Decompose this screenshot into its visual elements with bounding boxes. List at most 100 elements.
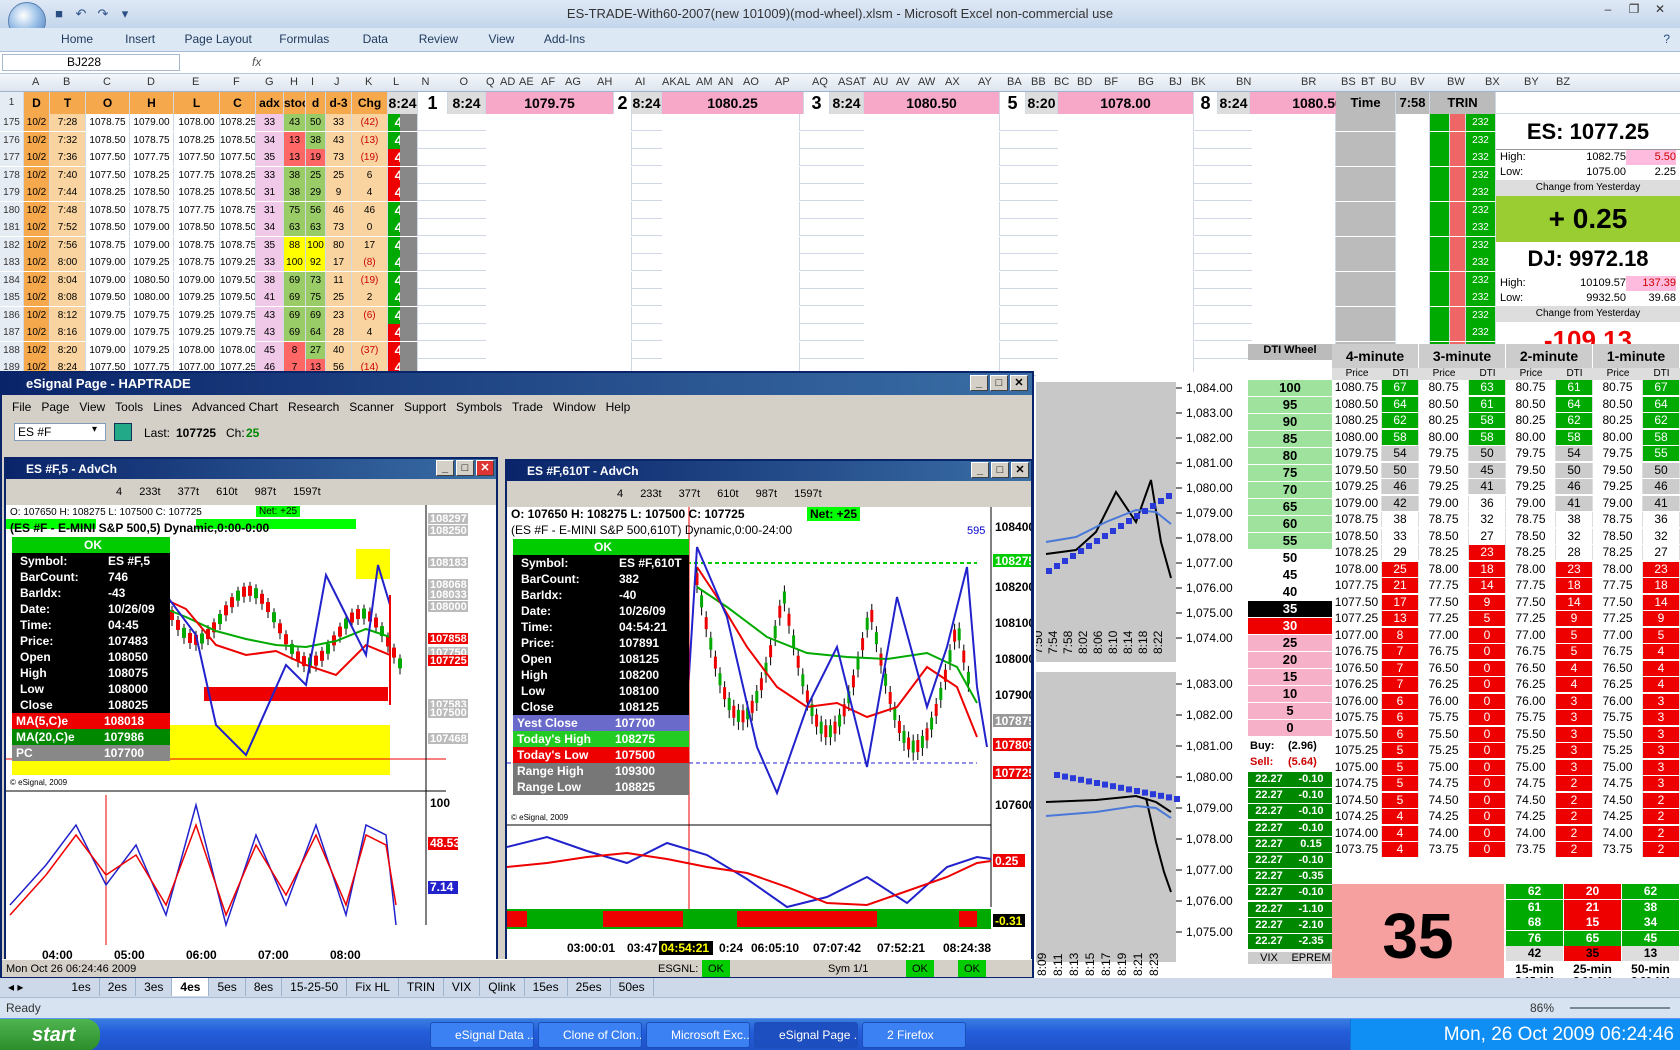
cell-l[interactable]: 1078.25 — [174, 131, 220, 149]
cell-c[interactable]: 1078.00 — [220, 341, 256, 359]
help-icon[interactable]: ? — [1663, 32, 1670, 46]
cell-h[interactable]: 1078.25 — [130, 166, 174, 184]
cell-c[interactable]: 1079.50 — [220, 289, 256, 306]
column-header[interactable]: AQ — [812, 76, 828, 88]
cell[interactable] — [1396, 219, 1430, 236]
cell-l[interactable]: 1078.50 — [174, 219, 220, 236]
cell[interactable] — [400, 184, 418, 201]
cell[interactable] — [1058, 236, 1194, 254]
cell-stoc[interactable]: 13 — [284, 149, 306, 166]
minimize-icon[interactable]: _ — [971, 462, 989, 478]
chart2-tool-3[interactable]: 610t — [717, 488, 738, 500]
sheet-tab-3es[interactable]: 3es — [136, 978, 173, 996]
cell[interactable] — [1430, 236, 1450, 254]
cell[interactable] — [662, 219, 800, 236]
row-number[interactable]: 186 — [0, 306, 24, 324]
cell[interactable] — [1430, 271, 1450, 289]
tab-add-ins[interactable]: Add-Ins — [535, 28, 595, 50]
cell-t[interactable]: 8:16 — [50, 324, 86, 341]
tab-formulas[interactable]: Formulas — [266, 28, 342, 50]
cell-adx[interactable]: 34 — [256, 219, 284, 236]
cell[interactable] — [1058, 201, 1194, 219]
cell-chg[interactable]: (42) — [352, 114, 388, 131]
column-header[interactable]: AD — [500, 76, 515, 88]
cell[interactable] — [486, 166, 614, 184]
cell-c[interactable]: 1078.50 — [220, 184, 256, 201]
column-header[interactable]: AT — [853, 76, 866, 88]
column-header[interactable]: AV — [896, 76, 910, 88]
column-header[interactable]: AK — [662, 76, 677, 88]
cell[interactable] — [1336, 306, 1396, 324]
cell-d[interactable]: 10/2 — [24, 184, 50, 201]
cell-h[interactable]: 1079.75 — [130, 306, 174, 324]
cell-dd[interactable]: 38 — [306, 131, 326, 149]
sheet-tab-8es[interactable]: 8es — [246, 978, 283, 996]
cell-chg[interactable]: (19) — [352, 149, 388, 166]
cell-h[interactable]: 1079.25 — [130, 254, 174, 271]
cell[interactable] — [864, 324, 1000, 341]
cell[interactable] — [400, 131, 418, 149]
cell-o[interactable]: 1079.75 — [86, 306, 130, 324]
sheet-tab-fix-hl[interactable]: Fix HL — [347, 978, 399, 996]
cell[interactable] — [864, 219, 1000, 236]
cell-l[interactable]: 1079.25 — [174, 324, 220, 341]
sheet-tab-trin[interactable]: TRIN — [399, 978, 444, 996]
cell-adx[interactable]: 35 — [256, 149, 284, 166]
cell-stoc[interactable]: 8 — [284, 341, 306, 359]
cell-c[interactable]: 1079.50 — [220, 271, 256, 289]
cell-stoc[interactable]: 63 — [284, 219, 306, 236]
cell-d[interactable]: 10/2 — [24, 131, 50, 149]
column-header[interactable]: AY — [978, 76, 992, 88]
cell-adx[interactable]: 41 — [256, 289, 284, 306]
chart2-tool-1[interactable]: 233t — [640, 488, 661, 500]
column-header[interactable]: BK — [1191, 76, 1206, 88]
cell-l[interactable]: 1079.00 — [174, 271, 220, 289]
column-header[interactable]: BX — [1485, 76, 1500, 88]
cell-stoc[interactable]: 69 — [284, 271, 306, 289]
menu-support[interactable]: Support — [404, 397, 446, 417]
cell-c[interactable]: 1079.75 — [220, 306, 256, 324]
cell-d3[interactable]: 25 — [326, 166, 352, 184]
cell[interactable] — [1252, 324, 1336, 341]
cell-l[interactable]: 1078.00 — [174, 114, 220, 131]
cell[interactable] — [662, 324, 800, 341]
cell[interactable] — [1252, 131, 1336, 149]
cell[interactable] — [606, 219, 632, 236]
column-header[interactable]: BD — [1077, 76, 1092, 88]
column-header[interactable]: BV — [1410, 76, 1425, 88]
column-header[interactable]: C — [103, 76, 111, 88]
cell[interactable] — [400, 306, 418, 324]
cell[interactable] — [662, 166, 800, 184]
cell-o[interactable]: 1078.75 — [86, 114, 130, 131]
column-header[interactable]: BF — [1104, 76, 1118, 88]
tab-view[interactable]: View — [471, 28, 531, 50]
cell[interactable] — [1336, 114, 1396, 131]
cell[interactable] — [606, 166, 632, 184]
cell-h[interactable]: 1078.75 — [130, 201, 174, 219]
cell-t[interactable]: 7:28 — [50, 114, 86, 131]
cell[interactable] — [662, 184, 800, 201]
cell-l[interactable]: 1079.25 — [174, 306, 220, 324]
cell[interactable] — [1396, 201, 1430, 219]
cell[interactable] — [1430, 131, 1450, 149]
cell[interactable] — [1252, 149, 1336, 166]
cell[interactable] — [864, 166, 1000, 184]
cell[interactable] — [486, 149, 614, 166]
column-header[interactable]: K — [365, 76, 372, 88]
start-button[interactable]: start — [0, 1019, 100, 1050]
chart1-tool-5[interactable]: 1597t — [293, 486, 321, 498]
cell[interactable] — [1252, 166, 1336, 184]
cell[interactable] — [1336, 166, 1396, 184]
taskbar-item[interactable]: Clone of Clon... — [538, 1022, 642, 1048]
minimize-icon[interactable]: _ — [436, 460, 454, 476]
cell[interactable] — [1450, 289, 1466, 306]
cell[interactable] — [606, 324, 632, 341]
cell[interactable] — [606, 271, 632, 289]
cell[interactable] — [486, 271, 614, 289]
sheet-tab-4es[interactable]: 4es — [172, 978, 210, 996]
cell-t[interactable]: 7:36 — [50, 149, 86, 166]
column-header[interactable]: D — [147, 76, 155, 88]
cell-o[interactable]: 1079.50 — [86, 289, 130, 306]
cell[interactable] — [864, 201, 1000, 219]
cell-t[interactable]: 7:40 — [50, 166, 86, 184]
